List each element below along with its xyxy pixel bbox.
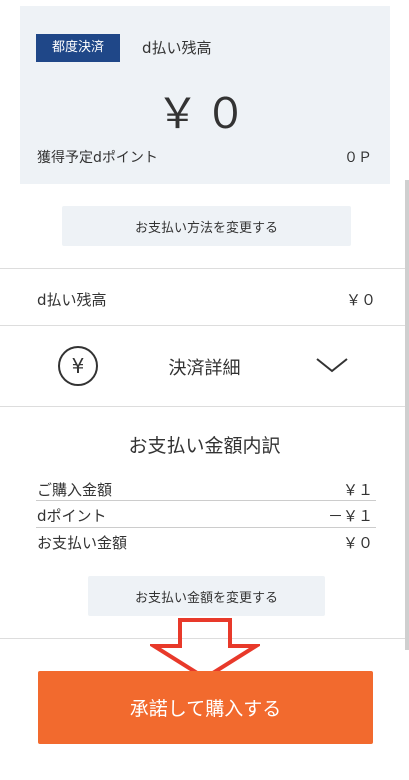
scrollbar[interactable]: [405, 180, 409, 650]
payment-type-badge: 都度決済: [36, 34, 120, 62]
points-label: 獲得予定dポイント: [37, 150, 158, 166]
change-payment-amount-button[interactable]: お支払い金額を変更する: [88, 576, 325, 616]
payment-amount-label: お支払い金額: [37, 534, 128, 552]
breakdown-title: お支払い金額内訳: [128, 435, 281, 457]
purchase-amount-label: ご購入金額: [37, 481, 113, 499]
chevron-down-icon[interactable]: [316, 357, 348, 375]
row-divider: [36, 527, 376, 528]
balance-row-label: d払い残高: [37, 291, 107, 309]
balance-row-value: ￥０: [345, 291, 376, 309]
dpoint-label: dポイント: [37, 507, 107, 525]
dpoint-value: －￥１: [327, 507, 373, 525]
balance-label: d払い残高: [142, 39, 212, 57]
points-value: ０Ｐ: [344, 150, 372, 166]
payment-amount-value: ￥０: [342, 534, 373, 552]
divider: [0, 268, 405, 269]
change-payment-method-button[interactable]: お支払い方法を変更する: [62, 206, 351, 246]
row-divider: [36, 500, 376, 501]
divider: [0, 406, 405, 407]
accept-and-purchase-button[interactable]: 承諾して購入する: [38, 671, 373, 744]
balance-amount: ￥０: [156, 89, 253, 138]
purchase-amount-value: ￥１: [342, 481, 373, 499]
